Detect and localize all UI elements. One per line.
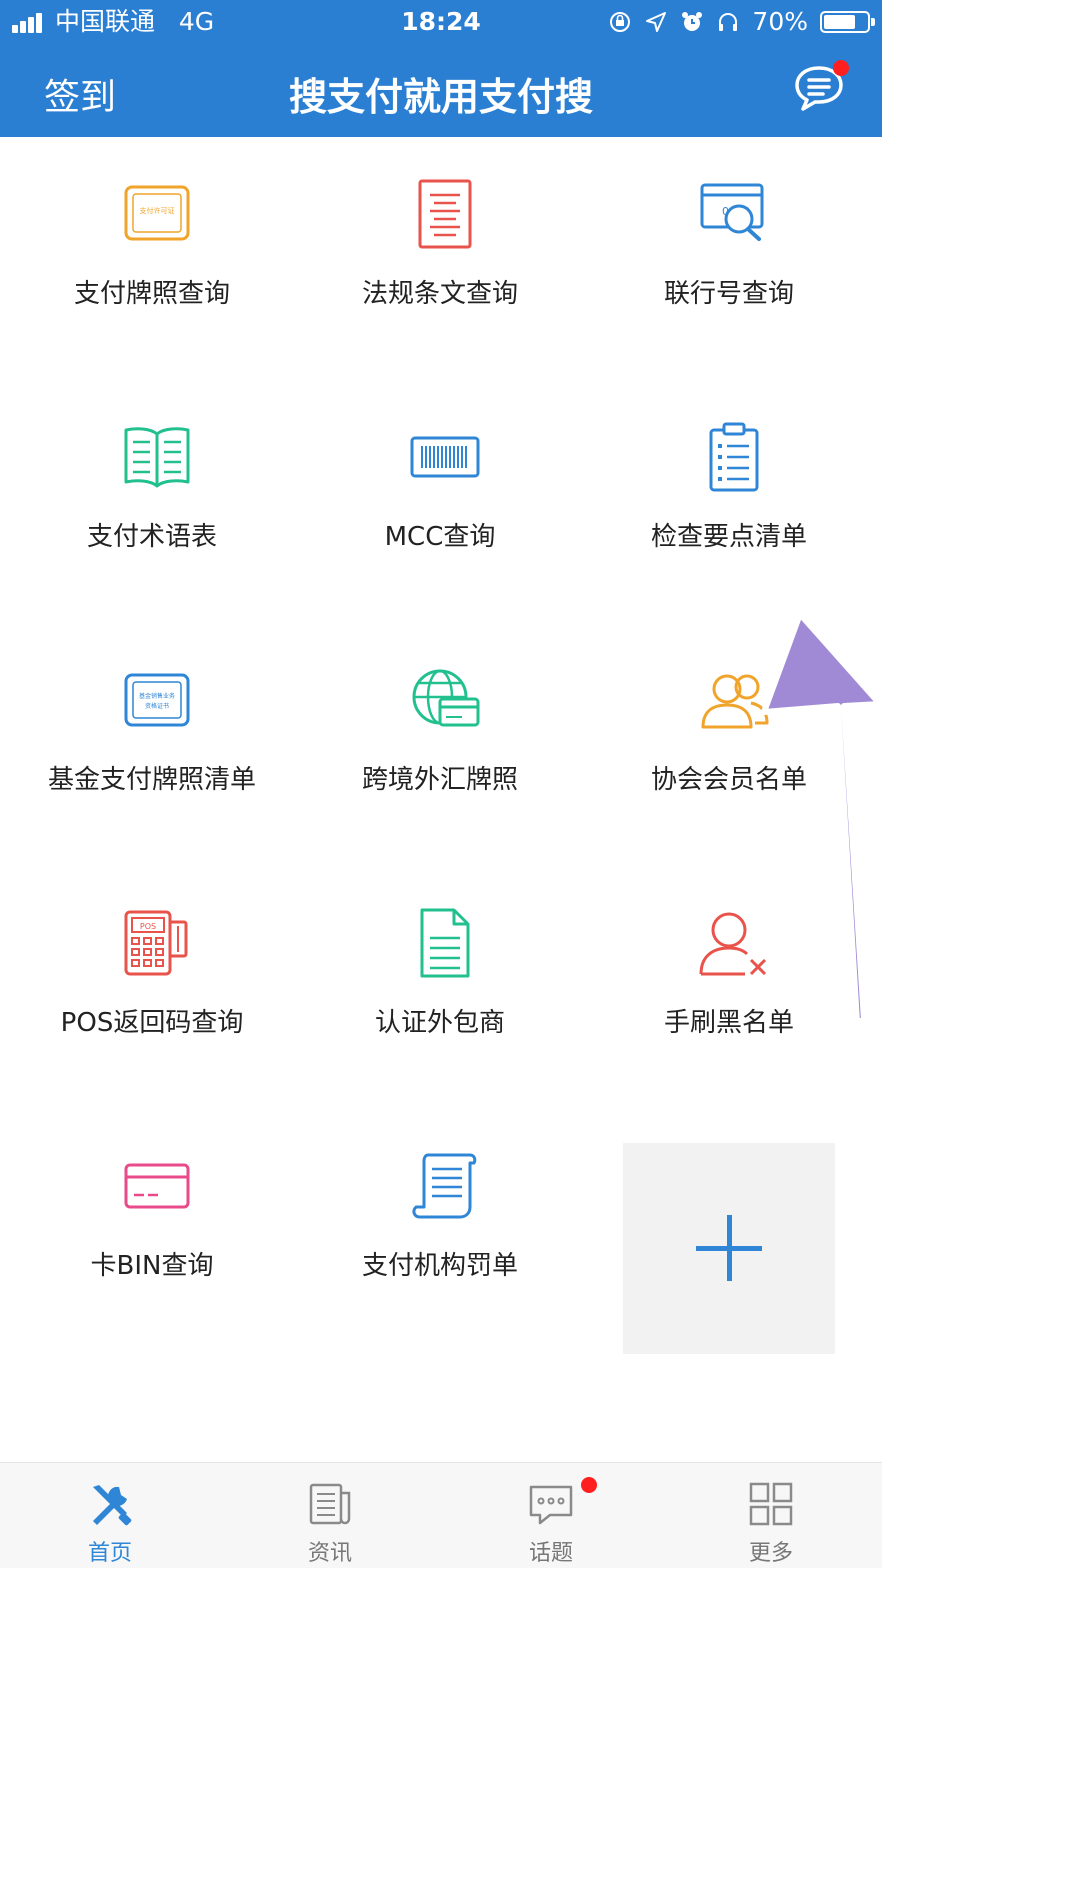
grid-item-label: 认证外包商 — [374, 1008, 505, 1038]
add-item-button[interactable] — [623, 1143, 835, 1354]
grid-item-glossary[interactable]: 支付术语表 — [5, 380, 299, 623]
grid-item-label: 支付机构罚单 — [361, 1251, 518, 1281]
feature-grid: 支付许可证 支付牌照查询 法规条文查询 0000 — [0, 137, 882, 1462]
grid-item-label: 基金支付牌照清单 — [47, 765, 256, 795]
tab-badge — [581, 1477, 597, 1493]
grid-item-label: 协会会员名单 — [650, 765, 807, 795]
tab-topics[interactable]: 话题 — [441, 1463, 661, 1569]
barcode-icon — [410, 436, 480, 478]
grid-icon — [749, 1482, 793, 1526]
members-group-icon — [701, 674, 769, 729]
grid-item-pos-code[interactable]: POS POS返回码查询 — [5, 866, 299, 1109]
message-button[interactable] — [793, 60, 849, 112]
grid-item-bank-number[interactable]: 0000 联行号查询 — [582, 137, 876, 380]
grid-item-label: 联行号查询 — [663, 279, 794, 309]
svg-text:资格证书: 资格证书 — [145, 702, 169, 710]
grid-item-label: 支付牌照查询 — [73, 279, 230, 309]
svg-text:POS: POS — [140, 922, 156, 931]
bank-card-search-icon: 0000 — [700, 183, 764, 241]
grid-item-label: 支付术语表 — [86, 522, 217, 552]
grid-item-regulation[interactable]: 法规条文查询 — [293, 137, 587, 380]
tab-label: 话题 — [528, 1541, 573, 1566]
document-icon — [420, 908, 470, 978]
tab-label: 更多 — [748, 1541, 793, 1566]
tab-bar: 首页 资讯 话题 更多 — [0, 1462, 882, 1569]
grid-item-cross-border[interactable]: 跨境外汇牌照 — [293, 623, 587, 866]
open-book-icon — [124, 427, 190, 488]
grid-item-label: 检查要点清单 — [650, 522, 807, 552]
bank-card-icon — [124, 1163, 190, 1209]
grid-item-outsourcer[interactable]: 认证外包商 — [293, 866, 587, 1109]
grid-item-label: MCC查询 — [384, 522, 496, 552]
grid-item-label: 跨境外汇牌照 — [361, 765, 518, 795]
tab-label: 资讯 — [307, 1541, 352, 1566]
grid-item-label: 卡BIN查询 — [90, 1251, 214, 1281]
battery-icon — [820, 11, 875, 33]
location-arrow-icon — [646, 12, 667, 32]
user-blacklist-icon — [699, 912, 767, 976]
grid-item-penalty[interactable]: 支付机构罚单 — [293, 1109, 587, 1352]
battery-percent: 70% — [752, 7, 808, 36]
tab-more[interactable]: 更多 — [661, 1463, 881, 1569]
grid-item-blacklist[interactable]: 手刷黑名单 — [582, 866, 876, 1109]
scroll-list-icon — [412, 1153, 477, 1219]
tab-label: 首页 — [87, 1541, 132, 1566]
headphones-icon — [719, 13, 738, 31]
payment-license-icon: 支付许可证 — [124, 185, 190, 241]
grid-item-card-bin[interactable]: 卡BIN查询 — [5, 1109, 299, 1352]
phone-screen: 中国联通 4G 18:24 70% 签到 搜支付就用支付搜 支付许可证 支付牌照… — [0, 0, 882, 1902]
page-bottom-area — [0, 1568, 882, 1902]
pos-terminal-icon: POS — [124, 910, 188, 976]
rotation-lock-icon — [610, 12, 631, 32]
chat-dots-icon — [529, 1485, 573, 1525]
svg-text:支付许可证: 支付许可证 — [140, 206, 175, 215]
globe-card-icon — [412, 669, 480, 727]
grid-item-fund-license[interactable]: 基金销售业务 资格证书 基金支付牌照清单 — [5, 623, 299, 866]
notification-badge — [833, 60, 849, 76]
grid-item-mcc[interactable]: MCC查询 — [293, 380, 587, 623]
newspaper-icon — [309, 1483, 351, 1525]
grid-item-checklist[interactable]: 检查要点清单 — [582, 380, 876, 623]
svg-text:基金销售业务: 基金销售业务 — [139, 692, 175, 700]
side-margin — [882, 0, 1080, 1902]
grid-item-label: 法规条文查询 — [361, 279, 518, 309]
status-icons: 70% — [608, 0, 875, 44]
grid-item-label: 手刷黑名单 — [663, 1008, 794, 1038]
tab-news[interactable]: 资讯 — [220, 1463, 440, 1569]
alarm-clock-icon — [682, 12, 703, 31]
clipboard-checklist-icon — [709, 422, 759, 492]
page-title: 搜支付就用支付搜 — [288, 75, 593, 119]
grid-item-label: POS返回码查询 — [60, 1008, 244, 1038]
status-bar: 中国联通 4G 18:24 70% — [0, 0, 882, 44]
tools-icon — [93, 1485, 132, 1526]
grid-item-association-members[interactable]: 协会会员名单 — [582, 623, 876, 866]
regulation-document-icon — [418, 179, 472, 249]
grid-item-payment-license[interactable]: 支付许可证 支付牌照查询 — [5, 137, 299, 380]
header: 中国联通 4G 18:24 70% 签到 搜支付就用支付搜 — [0, 0, 882, 137]
fund-certificate-icon: 基金销售业务 资格证书 — [124, 673, 190, 727]
tab-home[interactable]: 首页 — [0, 1463, 220, 1569]
